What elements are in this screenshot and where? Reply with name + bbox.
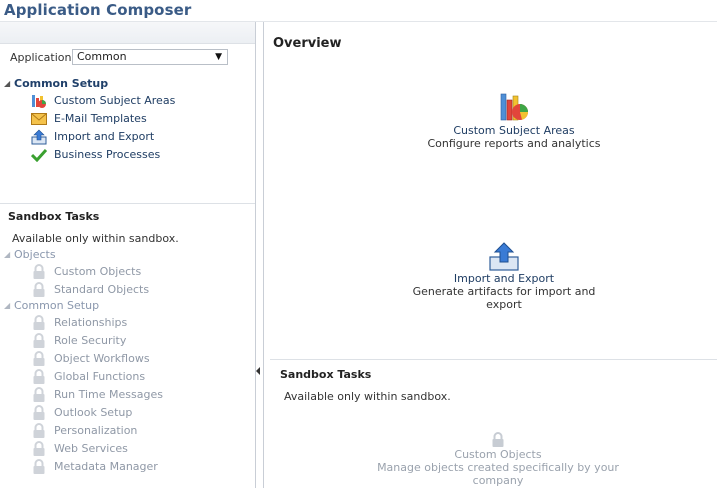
overview-title: Overview [273,36,342,51]
lock-icon [30,404,48,421]
sidebar-item-custom-subject-areas[interactable]: Custom Subject Areas [30,92,175,109]
lock-icon [30,440,48,457]
left-panel-divider [0,203,255,204]
sidebar-item-import-export[interactable]: Import and Export [30,128,154,145]
left-panel: Application Common ▼ ◢ Common Setup Cust… [0,22,256,488]
sandbox-note: Available only within sandbox. [12,232,179,245]
card-subtitle: Generate artifacts for import and export [412,285,596,311]
lock-icon [30,458,48,475]
panel-splitter[interactable] [255,360,262,384]
tree-common-setup[interactable]: ◢ Common Setup [4,76,108,91]
sidebar-item-global-functions: Global Functions [30,368,145,385]
card-subtitle: Configure reports and analytics [427,137,601,150]
sidebar-item-object-workflows: Object Workflows [30,350,150,367]
lock-icon [30,332,48,349]
lock-icon [358,432,638,448]
subject-areas-icon [30,93,48,109]
sidebar-item-outlook-setup: Outlook Setup [30,404,132,421]
dropdown-arrow-icon[interactable]: ▼ [215,50,222,64]
main-panel-divider [270,359,717,360]
import-export-icon [30,129,48,145]
tree-sandbox-common-setup[interactable]: ◢ Common Setup [4,298,99,313]
application-select-value: Common [77,50,127,63]
checkmark-icon [30,147,48,163]
expand-triangle-icon[interactable]: ◢ [4,79,14,88]
sandbox-tasks-title: Sandbox Tasks [8,210,100,223]
sidebar-item-email-templates[interactable]: E-Mail Templates [30,110,147,127]
subject-areas-icon[interactable] [424,88,604,124]
import-export-icon[interactable] [394,238,614,272]
card-title[interactable]: Import and Export [394,272,614,285]
sandbox-tasks-title: Sandbox Tasks [280,368,372,381]
sidebar-item-metadata-manager: Metadata Manager [30,458,158,475]
collapse-arrow-icon[interactable] [256,367,260,375]
page-title: Application Composer [4,1,192,19]
lock-icon [30,368,48,385]
card-custom-objects: Custom Objects Manage objects created sp… [358,432,638,487]
sidebar-item-role-security: Role Security [30,332,126,349]
application-label: Application [10,50,72,64]
sidebar-item-business-processes[interactable]: Business Processes [30,146,160,163]
sidebar-item-personalization: Personalization [30,422,137,439]
expand-triangle-icon[interactable]: ◢ [4,250,14,259]
card-custom-subject-areas[interactable]: Custom Subject Areas Configure reports a… [424,88,604,150]
sidebar-item-standard-objects: Standard Objects [30,281,149,298]
sidebar-item-web-services: Web Services [30,440,128,457]
card-subtitle: Manage objects created specifically by y… [377,461,619,487]
tree-objects[interactable]: ◢ Objects [4,247,56,262]
sandbox-note: Available only within sandbox. [284,390,451,403]
lock-icon [30,281,48,298]
card-import-export[interactable]: Import and Export Generate artifacts for… [394,238,614,311]
lock-icon [30,314,48,331]
envelope-icon [30,111,48,127]
lock-icon [30,422,48,439]
left-panel-header [0,22,255,44]
lock-icon [30,350,48,367]
sidebar-item-custom-objects: Custom Objects [30,263,141,280]
main-panel: Overview Custom Subject Areas Configure … [263,22,717,488]
application-row: Application Common ▼ [10,49,228,65]
sidebar-item-relationships: Relationships [30,314,127,331]
card-title[interactable]: Custom Subject Areas [424,124,604,137]
lock-icon [30,263,48,280]
card-title: Custom Objects [454,448,542,461]
sidebar-item-run-time-messages: Run Time Messages [30,386,163,403]
application-select[interactable]: Common ▼ [72,49,228,65]
lock-icon [30,386,48,403]
expand-triangle-icon[interactable]: ◢ [4,301,14,310]
